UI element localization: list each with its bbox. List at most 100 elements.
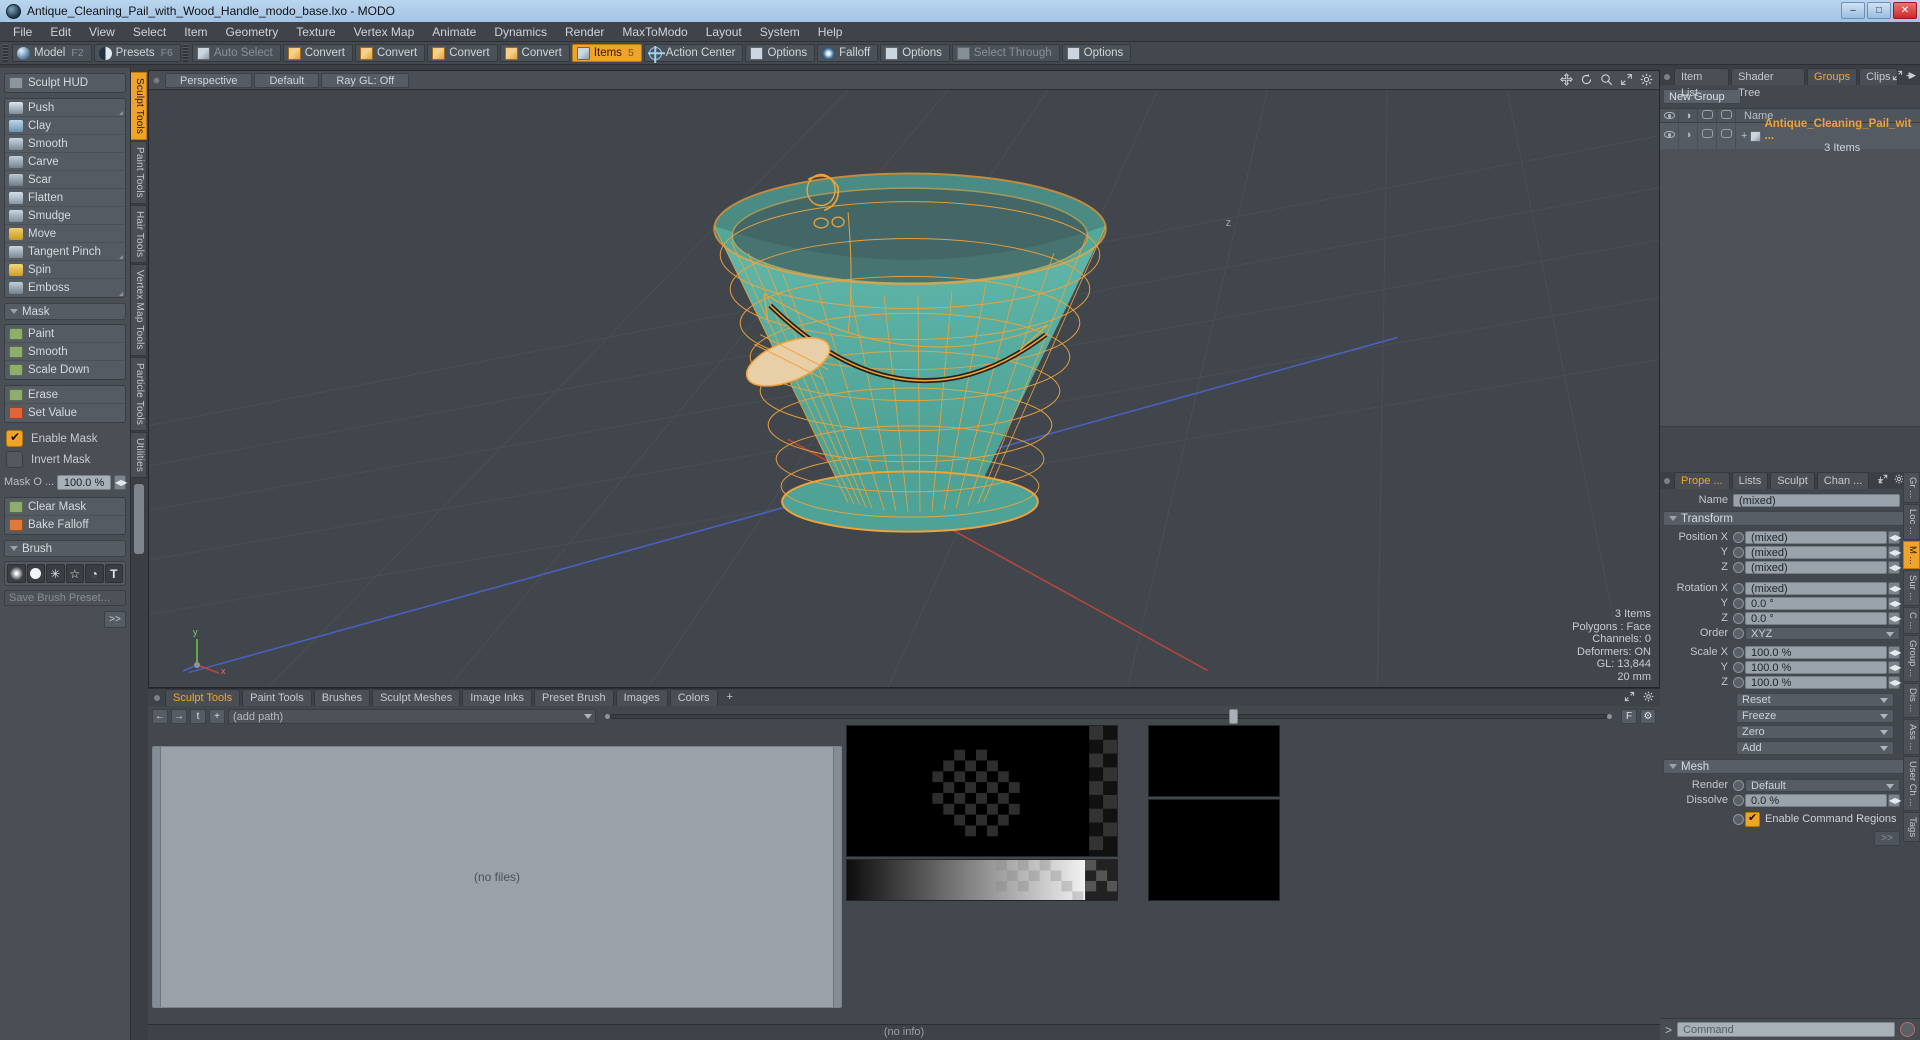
select-through-button[interactable]: Select Through — [951, 44, 1060, 62]
close-button[interactable]: ✕ — [1893, 2, 1917, 19]
sculpt-hud-button[interactable]: Sculpt HUD — [5, 74, 125, 92]
vtab-sculpt-tools[interactable]: Sculpt Tools — [131, 72, 147, 141]
maximize-button[interactable]: □ — [1867, 2, 1891, 19]
nav-back-button[interactable]: ← — [152, 708, 168, 724]
select-through-options-button[interactable]: Options — [1061, 44, 1132, 62]
add-tab-button[interactable]: + — [720, 689, 740, 706]
chevron-right-icon[interactable]: ▶ — [1909, 70, 1916, 81]
command-input[interactable]: Command — [1677, 1022, 1895, 1037]
side-tab-tags[interactable]: Tags — [1903, 812, 1920, 843]
items-mode-button[interactable]: Items 5 — [571, 44, 642, 62]
group-list-body[interactable]: ◑ + Antique_Cleaning_Pail_wit ... 3 Item… — [1660, 118, 1920, 427]
rotation-z-animate-knob[interactable] — [1733, 612, 1744, 624]
side-tab-group[interactable]: Group ... — [1903, 635, 1920, 683]
mask-section-header[interactable]: Mask — [4, 303, 126, 320]
tab-channels[interactable]: Chan ... — [1816, 472, 1870, 489]
maximize-icon-props[interactable] — [1878, 474, 1888, 484]
mask-tool-bake-falloff[interactable]: Bake Falloff — [5, 516, 125, 534]
nav-forward-button[interactable]: → — [171, 708, 187, 724]
tool-move[interactable]: Move — [5, 225, 125, 243]
slider-knob[interactable] — [1229, 708, 1239, 724]
menu-item-layout[interactable]: Layout — [697, 23, 751, 41]
tool-scar[interactable]: Scar — [5, 171, 125, 189]
rotation-z-input[interactable]: 0.0 ° — [1745, 611, 1887, 625]
convert-button-1[interactable]: Convert — [282, 44, 353, 62]
order-dropdown[interactable]: XYZ — [1745, 626, 1900, 640]
position-x-animate-knob[interactable] — [1733, 531, 1744, 543]
rotate-icon[interactable] — [1580, 73, 1593, 86]
position-x-stepper[interactable]: ◀▶ — [1888, 530, 1901, 544]
rotation-y-input[interactable]: 0.0 ° — [1745, 596, 1887, 610]
gear-icon[interactable] — [1640, 73, 1653, 86]
scale-y-stepper[interactable]: ◀▶ — [1888, 660, 1901, 674]
menu-item-item[interactable]: Item — [175, 23, 216, 41]
menu-item-vertex-map[interactable]: Vertex Map — [345, 23, 424, 41]
properties-more-button[interactable]: >> — [1874, 831, 1900, 846]
mask-opacity-input[interactable]: 100.0 % — [57, 474, 111, 490]
maximize-icon-bottom[interactable] — [1624, 691, 1635, 702]
mode-model-button[interactable]: Model F2 — [12, 44, 92, 62]
row-render-toggle[interactable]: ◑ — [1679, 123, 1698, 149]
mode-presets-button[interactable]: Presets F6 — [93, 44, 181, 62]
side-tab-display[interactable]: Dis ... — [1903, 683, 1920, 718]
tool-tangent-pinch[interactable]: Tangent Pinch — [5, 243, 125, 261]
scale-z-stepper[interactable]: ◀▶ — [1888, 675, 1901, 689]
menu-item-system[interactable]: System — [751, 23, 809, 41]
scale-x-input[interactable]: 100.0 % — [1745, 645, 1887, 659]
position-z-stepper[interactable]: ◀▶ — [1888, 560, 1901, 574]
left-panel-more-button[interactable]: >> — [104, 611, 126, 628]
command-record-icon[interactable] — [1900, 1022, 1915, 1037]
scale-z-input[interactable]: 100.0 % — [1745, 675, 1887, 689]
menu-item-file[interactable]: File — [4, 23, 41, 41]
add-dropdown[interactable]: Add — [1736, 741, 1894, 755]
order-animate-knob[interactable] — [1733, 627, 1744, 639]
tab-colors[interactable]: Colors — [669, 689, 718, 706]
save-brush-preset-input[interactable]: Save Brush Preset... — [4, 590, 126, 606]
vtab-particle-tools[interactable]: Particle Tools — [131, 357, 147, 432]
mask-opacity-stepper[interactable]: ◀▶ — [114, 474, 127, 490]
maximize-icon[interactable] — [1620, 73, 1633, 86]
rotation-y-stepper[interactable]: ◀▶ — [1888, 596, 1901, 610]
gear-icon-bottom[interactable] — [1643, 691, 1654, 702]
file-browser-right-scrollbar[interactable] — [833, 747, 841, 1007]
right-panel-menu-dot-icon[interactable] — [1664, 73, 1670, 80]
action-center-options-button[interactable]: Options — [745, 44, 816, 62]
mask-tool-paint[interactable]: Paint — [5, 325, 125, 343]
minimize-button[interactable]: – — [1841, 2, 1865, 19]
vtab-utilities[interactable]: Utilities — [131, 432, 147, 479]
path-dropdown[interactable]: (add path) — [228, 708, 596, 724]
auto-select-button[interactable]: Auto Select — [191, 44, 281, 62]
tool-smooth[interactable]: Smooth — [5, 135, 125, 153]
table-row[interactable]: ◑ + Antique_Cleaning_Pail_wit ... 3 Item… — [1660, 118, 1920, 154]
tab-properties[interactable]: Prope ... — [1674, 472, 1730, 489]
rotation-y-animate-knob[interactable] — [1733, 597, 1744, 609]
text-brush-icon[interactable]: T — [104, 564, 123, 583]
toolbar-grip-2[interactable] — [182, 44, 188, 62]
invert-mask-checkbox[interactable] — [6, 451, 23, 468]
viewport-3d[interactable]: Perspective Default Ray GL: Off z y x 3 … — [148, 70, 1660, 688]
viewport-projection-dropdown[interactable]: Perspective — [165, 72, 253, 88]
action-center-button[interactable]: Action Center — [643, 44, 744, 62]
scale-y-input[interactable]: 100.0 % — [1745, 660, 1887, 674]
thumbnail-size-slider[interactable] — [605, 708, 1612, 724]
scale-y-animate-knob[interactable] — [1733, 661, 1744, 673]
tool-flatten[interactable]: Flatten — [5, 189, 125, 207]
bottom-gear-button[interactable]: ⚙ — [1640, 708, 1656, 724]
freeze-dropdown[interactable]: Freeze — [1736, 709, 1894, 723]
dissolve-input[interactable]: 0.0 % — [1745, 793, 1887, 807]
nav-up-button[interactable]: t — [190, 708, 206, 724]
hard-round-brush-icon[interactable] — [26, 564, 45, 583]
mask-tool-erase[interactable]: Erase — [5, 386, 125, 404]
side-tab-surface[interactable]: Sur ... — [1903, 570, 1920, 606]
mesh-section-header[interactable]: Mesh — [1663, 759, 1917, 774]
tool-popup-corner-2[interactable] — [119, 255, 123, 259]
rotation-x-stepper[interactable]: ◀▶ — [1888, 581, 1901, 595]
side-tab-user-channels[interactable]: User Ch ... — [1903, 755, 1920, 812]
zero-dropdown[interactable]: Zero — [1736, 725, 1894, 739]
viewport-menu-dot-icon[interactable] — [153, 76, 160, 84]
rotation-x-input[interactable]: (mixed) — [1745, 581, 1887, 595]
tab-sculpt-tools[interactable]: Sculpt Tools — [165, 689, 241, 706]
position-z-animate-knob[interactable] — [1733, 561, 1744, 573]
menu-item-texture[interactable]: Texture — [287, 23, 344, 41]
tool-emboss[interactable]: Emboss — [5, 279, 125, 297]
